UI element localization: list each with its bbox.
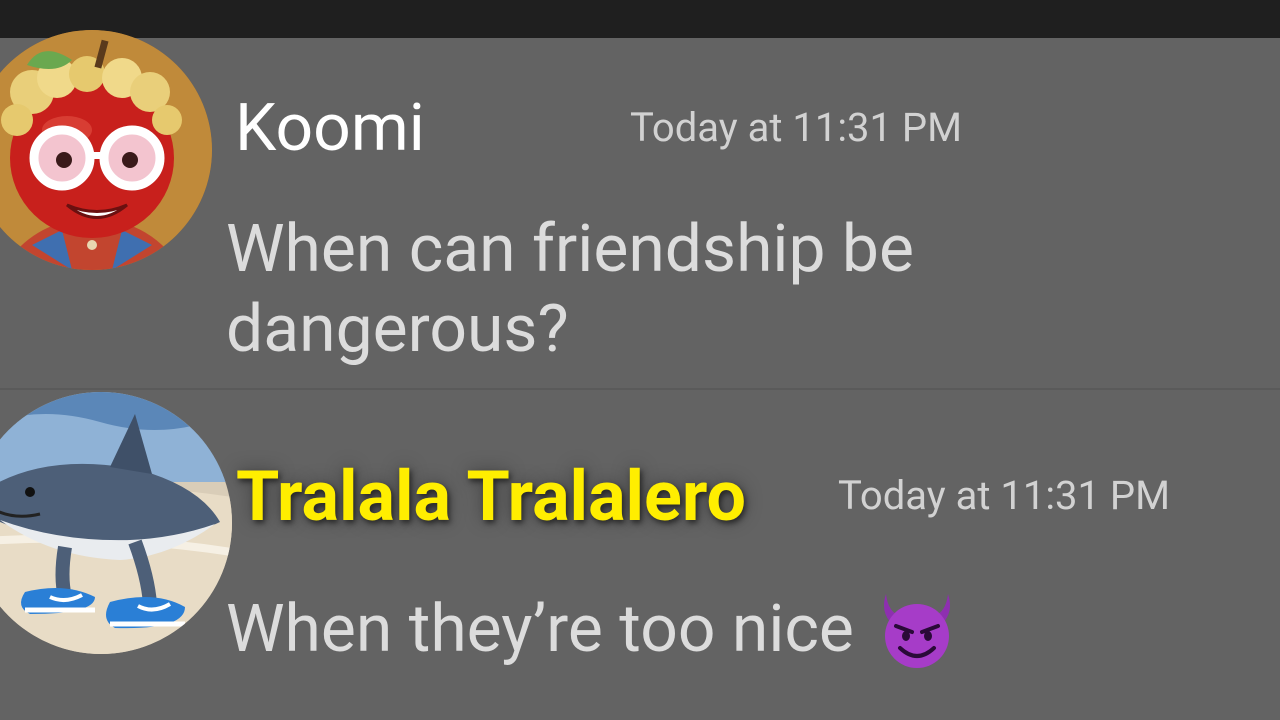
username[interactable]: Tralala Tralalero [236,456,746,538]
shark-in-sneakers-avatar-icon [0,392,232,654]
message-content: When can friendship be dangerous? [226,210,914,370]
timestamp: Today at 11:31 PM [838,472,1171,519]
avatar[interactable] [0,30,212,270]
avatar[interactable] [0,392,232,654]
smiling-devil-emoji-icon [883,594,950,668]
message-text-line: When they’re too nice [226,591,854,668]
message-text-line: dangerous? [226,291,569,368]
timestamp: Today at 11:31 PM [630,104,963,151]
message-item: Koomi Today at 11:31 PM When can friends… [0,30,1280,388]
apple-character-avatar-icon [0,30,212,270]
message-text-line: When can friendship be [226,211,914,288]
top-bar [0,0,1280,38]
message-item: Tralala Tralalero Today at 11:31 PM When… [0,390,1280,720]
username[interactable]: Koomi [235,90,425,167]
message-content: When they’re too nice [226,590,956,670]
